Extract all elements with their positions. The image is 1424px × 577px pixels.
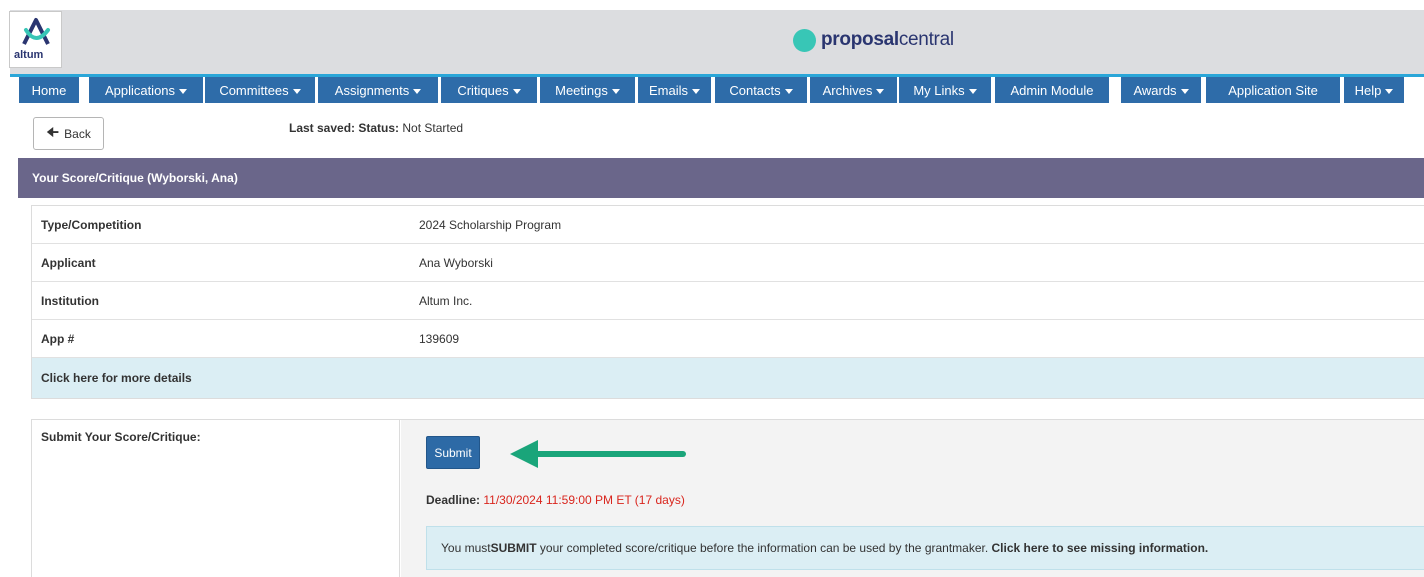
nav-assignments[interactable]: Assignments [318,77,438,103]
nav-meetings[interactable]: Meetings [540,77,635,103]
caret-down-icon [784,88,793,94]
app-header: altum proposal central [0,0,1424,77]
nav-emails[interactable]: Emails [638,77,711,103]
back-button[interactable]: 🠈 Back [33,117,104,150]
nav-awards[interactable]: Awards [1121,77,1201,103]
brand-bold-text: proposal [821,29,899,50]
notice-bold: SUBMIT [490,541,537,555]
nav-label: Emails [648,82,688,98]
altum-logo-icon [22,18,50,45]
logo-text: altum [14,49,44,61]
caret-down-icon [968,88,977,94]
deadline-value: 11/30/2024 11:59:00 PM ET (17 days) [483,493,685,507]
info-row-type: Type/Competition 2024 Scholarship Progra… [32,206,1424,244]
info-key: Institution [41,293,99,308]
more-details-link[interactable]: Click here for more details [32,358,1424,398]
nav-label: Assignments [334,82,410,98]
back-label: Back [64,126,91,141]
header-band [10,10,1424,74]
nav-label: Applications [104,82,176,98]
brand-dot-icon [793,28,816,52]
info-key: Applicant [41,255,96,270]
nav-archives[interactable]: Archives [810,77,897,103]
info-row-institution: Institution Altum Inc. [32,282,1424,320]
info-value: Ana Wyborski [419,255,493,270]
nav-home[interactable]: Home [19,77,79,103]
nav-label: Meetings [555,82,608,98]
panel-title: Your Score/Critique (Wyborski, Ana) [18,158,1424,198]
caret-down-icon [179,88,188,94]
status-label: Last saved: Status: [289,121,400,135]
nav-admin-module[interactable]: Admin Module [995,77,1109,103]
nav-applications[interactable]: Applications [89,77,203,103]
submit-section: Submit Your Score/Critique: Submit Deadl… [31,419,1424,577]
nav-label: Contacts [729,82,781,98]
nav-my-links[interactable]: My Links [899,77,991,103]
info-value: Altum Inc. [419,293,473,308]
nav-critiques[interactable]: Critiques [441,77,537,103]
notice-text: your completed score/critique before the… [536,541,992,555]
nav-label: Awards [1133,82,1177,98]
missing-info-link[interactable]: Click here to see missing information. [992,541,1209,555]
info-key: Type/Competition [41,217,142,232]
nav-label: My Links [913,82,965,98]
arrow-left-icon [510,440,686,468]
caret-down-icon [1180,88,1189,94]
nav-label: Application Site [1228,82,1318,98]
brand-light-text: central [898,29,954,50]
nav-application-site[interactable]: Application Site [1206,77,1340,103]
nav-label: Home [31,82,67,98]
more-details-label: Click here for more details [41,371,192,385]
caret-down-icon [692,88,700,94]
submit-label: Submit Your Score/Critique: [41,430,201,444]
save-status: Last saved: Status: Not Started [289,121,463,135]
nav-label: Admin Module [1010,82,1094,98]
caret-down-icon [292,88,301,94]
nav-contacts[interactable]: Contacts [715,77,807,103]
info-value: 139609 [419,331,460,346]
caret-down-icon [1385,88,1394,94]
notice-text: You must [441,541,491,555]
deadline-label: Deadline: [426,493,481,507]
arrow-left-icon: 🠈 [46,123,60,140]
caret-down-icon [876,88,885,94]
nav-label: Archives [822,82,873,98]
submit-button[interactable]: Submit [426,436,480,469]
caret-down-icon [611,88,620,94]
info-row-app-number: App # 139609 [32,320,1424,358]
nav-label: Help [1354,82,1382,98]
info-row-applicant: Applicant Ana Wyborski [32,244,1424,282]
main-nav: Home Applications Committees Assignments… [10,77,1424,104]
nav-label: Critiques [457,82,509,98]
proposal-central-brand: proposal central [793,28,954,52]
application-info: Type/Competition 2024 Scholarship Progra… [18,198,1424,408]
info-table: Type/Competition 2024 Scholarship Progra… [31,205,1424,399]
caret-down-icon [512,88,521,94]
nav-label: Committees [219,82,289,98]
submit-label-cell: Submit Your Score/Critique: [32,420,400,577]
info-value: 2024 Scholarship Program [419,217,562,232]
info-key: App # [41,331,75,346]
nav-committees[interactable]: Committees [205,77,315,103]
nav-help[interactable]: Help [1344,77,1404,103]
caret-down-icon [413,88,422,94]
submit-notice: You must SUBMIT your completed score/cri… [426,526,1424,570]
deadline: Deadline: 11/30/2024 11:59:00 PM ET (17 … [426,493,685,507]
altum-logo[interactable]: altum [9,11,62,68]
status-value: Not Started [402,121,464,135]
